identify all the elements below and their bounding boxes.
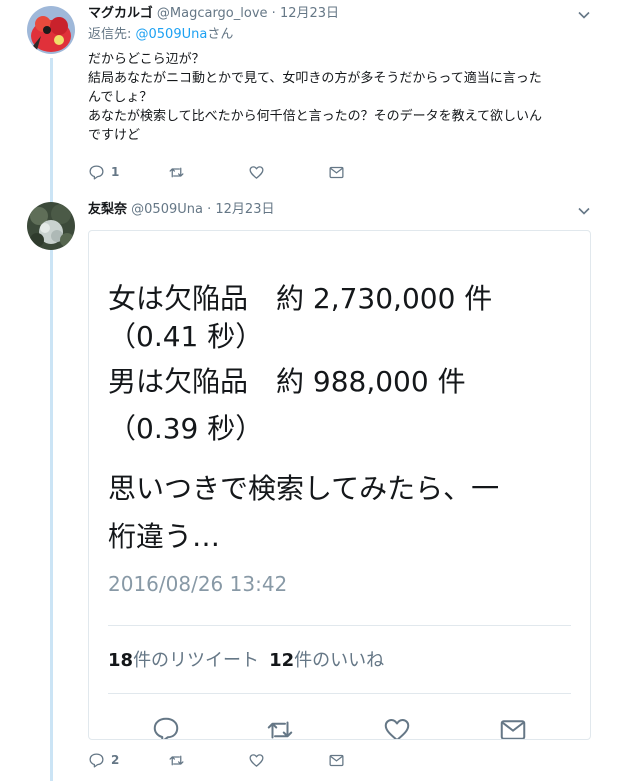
tweet-date[interactable]: 12月23日: [215, 202, 274, 217]
tweet-actions: 1: [88, 162, 368, 182]
display-name[interactable]: マグカルゴ: [88, 6, 153, 21]
reply-icon: [89, 164, 104, 180]
card-timestamp: 2016/08/26 13:42: [108, 572, 288, 596]
tweet-line: んでしょ？: [88, 90, 153, 105]
avatar[interactable]: [27, 202, 75, 250]
reply-prefix: 返信先:: [88, 27, 136, 42]
chevron-down-icon[interactable]: [577, 204, 591, 218]
like-icon: [249, 165, 264, 179]
retweet-icon: [169, 755, 184, 765]
tweet-line: ですけど: [88, 128, 141, 143]
card-divider: [108, 625, 571, 626]
card-text-line: （0.39 秒）: [108, 412, 264, 445]
like-button[interactable]: [248, 750, 265, 770]
reply-count: 1: [111, 165, 120, 179]
retweet-button[interactable]: [168, 750, 185, 770]
tweet-date[interactable]: 12月23日: [280, 6, 339, 21]
like-count: 12: [269, 650, 295, 671]
card-reply-icon: [151, 715, 181, 739]
card-stats: 18件のリツイート 12件のいいね: [108, 649, 384, 673]
display-name[interactable]: 友梨奈: [88, 202, 127, 217]
like-icon: [249, 753, 264, 767]
tweet-line: だからどこら辺が？: [88, 52, 205, 67]
reply-to: 返信先: @0509Unaさん: [88, 26, 233, 44]
user-handle[interactable]: @Magcargo_love: [157, 6, 268, 21]
dm-button[interactable]: [328, 162, 345, 182]
reply-count: 2: [111, 753, 120, 767]
separator: ·: [207, 202, 212, 217]
card-text-line: （0.41 秒）: [108, 320, 264, 353]
retweet-label: 件のリツイート: [133, 650, 260, 671]
reply-mention[interactable]: @0509Una: [136, 27, 208, 42]
retweet-count: 18: [108, 650, 134, 671]
card-divider: [108, 693, 571, 694]
card-dm-icon: [498, 715, 528, 739]
separator: ·: [271, 6, 276, 21]
tweet-actions: 2: [88, 750, 368, 770]
tweet-header: 友梨奈 @0509Una · 12月23日: [88, 201, 274, 219]
avatar[interactable]: [27, 6, 75, 54]
card-text-line: 桁違う…: [108, 520, 221, 553]
dm-icon: [329, 166, 344, 178]
card-retweet-icon: [265, 715, 295, 739]
like-label: 件のいいね: [294, 650, 385, 671]
dm-icon: [329, 754, 344, 766]
card-text-line: 女は欠陥品 約 2,730,000 件: [108, 282, 493, 315]
dm-button[interactable]: [328, 750, 345, 770]
embedded-tweet-screenshot[interactable]: 女は欠陥品 約 2,730,000 件 （0.41 秒） 男は欠陥品 約 988…: [88, 230, 591, 740]
retweet-button[interactable]: [168, 162, 185, 182]
tweet-line: 結局あなたがニコ動とかで見て、女叩きの方が多そうだからって適当に言った: [88, 71, 542, 86]
tweet-line: あなたが検索して比べたから何千倍と言ったの？そのデータを教えて欲しいん: [88, 109, 542, 124]
chevron-down-icon[interactable]: [577, 8, 591, 22]
thread-line: [50, 58, 53, 781]
card-like-icon: [382, 715, 412, 739]
card-text-line: 思いつきで検索してみたら、一: [108, 472, 500, 505]
reply-button[interactable]: 2: [88, 750, 119, 770]
user-handle[interactable]: @0509Una: [131, 202, 203, 217]
card-text-line: 男は欠陥品 約 988,000 件: [108, 365, 466, 398]
like-button[interactable]: [248, 162, 265, 182]
tweet-text: だからどこら辺が？ 結局あなたがニコ動とかで見て、女叩きの方が多そうだからって適…: [88, 50, 588, 145]
tweet-header: マグカルゴ @Magcargo_love · 12月23日: [88, 5, 339, 23]
reply-button[interactable]: 1: [88, 162, 119, 182]
reply-icon: [89, 752, 104, 768]
retweet-icon: [169, 167, 184, 177]
reply-suffix: さん: [207, 27, 234, 42]
